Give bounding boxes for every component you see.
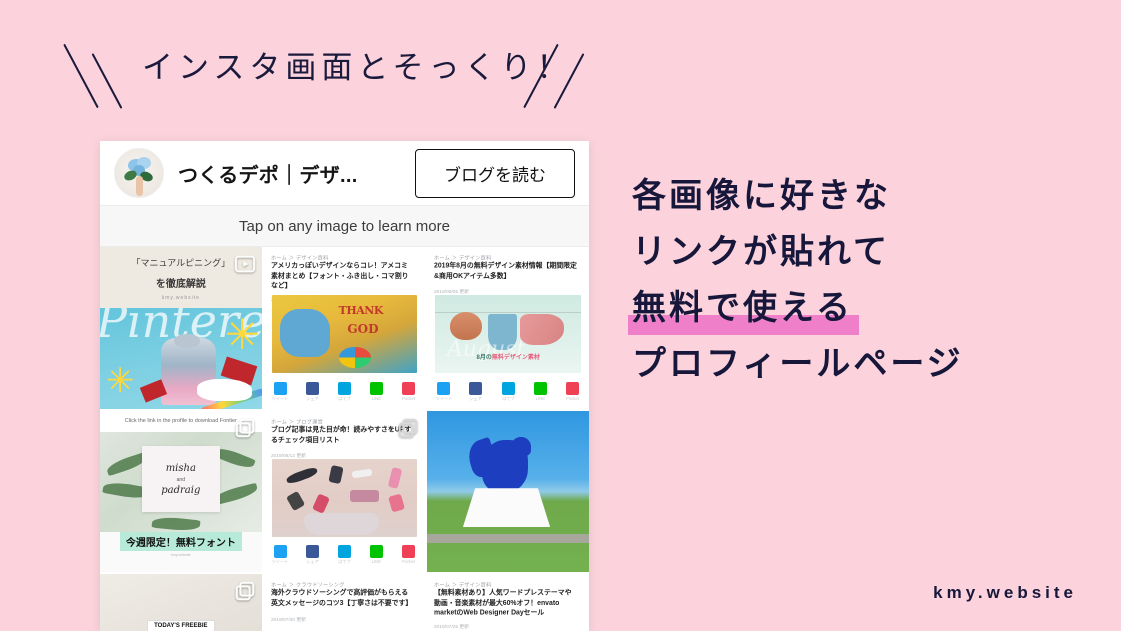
carousel-icon: [234, 580, 256, 602]
tile3-meta: 2019/08/05 更新: [434, 288, 470, 295]
tile1-line3: kmy.website: [161, 295, 200, 301]
tile5-title: ブログ記事は見た目が命！読みやすさをUPするチェック項目リスト: [270, 425, 411, 445]
hatena-icon[interactable]: [337, 381, 351, 395]
tile2-image-text-2: GOD: [347, 321, 379, 336]
marketing-copy: 各画像に好きな リンクが貼れて 無料で使える プロフィールページ: [628, 168, 1102, 392]
hatena-icon[interactable]: [337, 545, 351, 559]
tile4-sub-caption: kmy.website: [171, 552, 191, 557]
tile2-breadcrumb: ホーム ＞ デザイン資料: [270, 254, 329, 261]
star-icon: ✳: [106, 362, 135, 401]
line-icon[interactable]: [370, 381, 384, 395]
tile9-caption: TODAY'S FREEBIE: [147, 620, 215, 631]
tile4-name-1: misha: [165, 462, 196, 474]
tile1-line2: を徹底解説: [155, 279, 206, 290]
pocket-icon[interactable]: [402, 545, 416, 559]
tile7-breadcrumb: ホーム ＞ クラウドソーシング: [270, 581, 345, 589]
tile8-title: 【無料素材あり】人気ワードプレステーマや動画・音楽素材が最大60%オフ！enva…: [434, 589, 572, 619]
tap-hint: Tap on any image to learn more: [100, 206, 589, 247]
grid-tile-blog-readability[interactable]: ホーム ＞ ブログ運営 ブログ記事は見た目が命！読みやすさをUPするチェック項目…: [263, 410, 426, 573]
headline-decoration: インスタ画面とそっくり！: [63, 36, 630, 116]
facebook-icon[interactable]: [305, 545, 319, 559]
page-headline: インスタ画面とそっくり！: [142, 50, 573, 86]
grid-tile-august-materials[interactable]: ホーム ＞ デザイン資料 2019年8月の無料デザイン素材情報【期間限定&商用O…: [427, 247, 589, 409]
tile4-caption: 今週限定！無料フォント: [119, 532, 242, 552]
twitter-icon[interactable]: [273, 381, 287, 395]
line-icon[interactable]: [370, 545, 384, 559]
read-blog-button[interactable]: ブログを読む: [415, 148, 575, 198]
grid-tile-free-font[interactable]: Click the link in the profile to downloa…: [100, 410, 262, 573]
tap-hint-label: Tap on any image to learn more: [239, 217, 450, 235]
grid-tile-pinterest[interactable]: 「マニュアルピニング」 を徹底解説 kmy.website Pinterest …: [100, 247, 262, 409]
copy-line-3: 無料で使える: [628, 280, 859, 336]
tile8-breadcrumb: ホーム ＞ デザイン資料: [434, 581, 492, 589]
pocket-icon[interactable]: [565, 381, 579, 395]
grid-tile-american-design[interactable]: ホーム ＞ デザイン資料 アメリカっぽいデザインならコレ！アメコミ素材まとめ【フ…: [263, 247, 426, 409]
line-icon[interactable]: [533, 381, 547, 395]
share-bar: ツイート シェア はてブ LINE Pocket: [435, 381, 579, 401]
avatar[interactable]: [114, 148, 164, 198]
facebook-icon[interactable]: [305, 381, 319, 395]
profile-name: つくるデポ｜デザ...: [178, 164, 358, 187]
tile8-meta: 2019/07/25 更新: [434, 623, 470, 630]
copy-line-4: プロフィールページ: [632, 344, 964, 385]
grid-tile-todays-freebie[interactable]: TODAY'S FREEBIE: [100, 574, 262, 631]
tile5-meta: 2019/08/12 更新: [270, 451, 306, 459]
tile2-image-text-1: THANK: [338, 304, 384, 318]
tile3-title: 2019年8月の無料デザイン素材情報【期間限定&商用OKアイテム多数】: [434, 262, 578, 281]
tile3-caption-pre: 8月の: [476, 354, 492, 361]
facebook-icon[interactable]: [469, 381, 483, 395]
tile3-breadcrumb: ホーム ＞ デザイン資料: [434, 254, 492, 261]
twitter-icon[interactable]: [273, 545, 287, 559]
image-grid: 「マニュアルピニング」 を徹底解説 kmy.website Pinterest …: [100, 247, 589, 631]
profile-header: つくるデポ｜デザ... ブログを読む: [100, 141, 589, 206]
copy-line-2: リンクが貼れて: [632, 232, 890, 273]
tile4-and: and: [176, 477, 185, 484]
site-url: kmy.website: [933, 583, 1077, 602]
share-bar: ツイート シェア はてブ LINE Pocket: [272, 381, 416, 401]
twitter-icon[interactable]: [437, 381, 451, 395]
grid-tile-blue-rooster[interactable]: [427, 410, 589, 573]
share-bar: ツイート シェア はてブ LINE Pocket: [272, 545, 416, 565]
grid-tile-envato-sale[interactable]: ホーム ＞ デザイン資料 【無料素材あり】人気ワードプレステーマや動画・音楽素材…: [427, 574, 589, 631]
carousel-icon: [397, 417, 419, 439]
tile7-meta: 2019/07/30 更新: [270, 615, 306, 623]
pocket-icon[interactable]: [402, 381, 416, 395]
tile3-caption-hl: 無料デザイン素材: [491, 354, 540, 361]
slash-decor-left-2: [91, 53, 123, 109]
tile2-title: アメリカっぽいデザインならコレ！アメコミ素材まとめ【フォント・ふき出し・コマ割り…: [270, 262, 409, 291]
copy-line-1: 各画像に好きな: [632, 176, 891, 216]
hatena-icon[interactable]: [501, 381, 515, 395]
tile4-name-2: padraig: [161, 485, 201, 497]
carousel-icon: [234, 417, 256, 439]
tile7-title: 海外クラウドソーシングで高評価がもらえる英文メッセージのコツ3【丁寧さは不要です…: [270, 589, 412, 608]
video-play-icon: [234, 253, 256, 275]
grid-tile-crowdsourcing[interactable]: ホーム ＞ クラウドソーシング 海外クラウドソーシングで高評価がもらえる英文メッ…: [263, 574, 426, 631]
profile-card: つくるデポ｜デザ... ブログを読む Tap on any image to l…: [100, 141, 589, 631]
star-icon: ✳: [224, 311, 260, 359]
tile4-top-text: Click the link in the profile to downloa…: [124, 418, 237, 425]
